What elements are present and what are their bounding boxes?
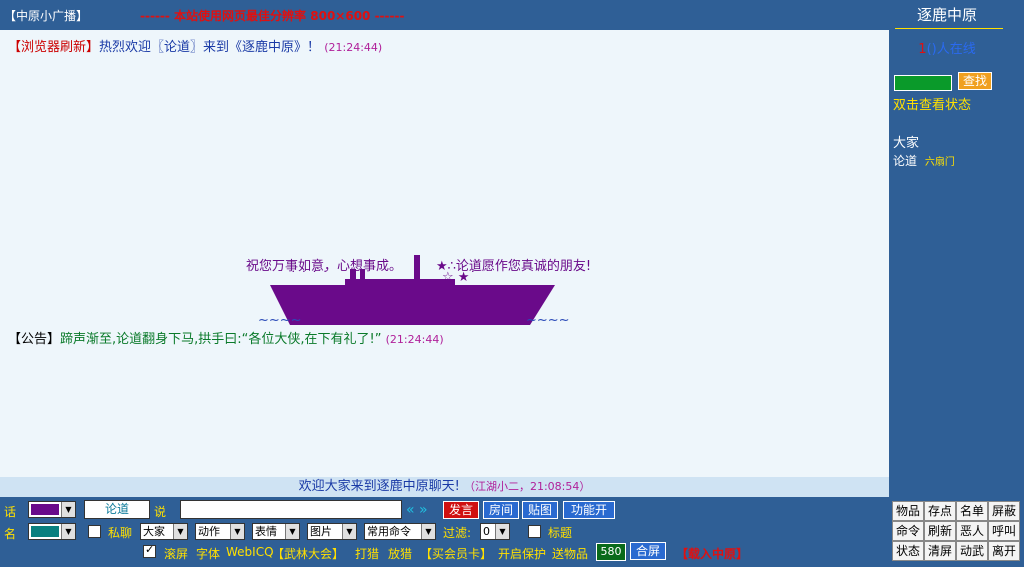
filter-select[interactable]: 0 ▼ bbox=[480, 523, 510, 540]
ship-shape bbox=[270, 255, 555, 325]
enter-link[interactable]: 【载入中原】 bbox=[676, 545, 748, 562]
martial-meet-link[interactable]: 【武林大会】 bbox=[272, 545, 344, 562]
emote-select[interactable]: 表情 ▼ bbox=[252, 523, 300, 540]
welcome-meta: （江湖小二，21:08:54） bbox=[463, 480, 591, 493]
paste-image-button[interactable]: 贴图 bbox=[522, 501, 558, 519]
name-color-select[interactable]: ▼ bbox=[28, 523, 76, 540]
save-point-button[interactable]: 存点 bbox=[924, 501, 956, 521]
filter-label: 过滤: bbox=[443, 526, 472, 540]
user-name: 论道 bbox=[893, 154, 918, 168]
message-text: 热烈欢迎 bbox=[99, 40, 152, 55]
refresh-button[interactable]: 刷新 bbox=[924, 521, 956, 541]
right-panel: 逐鹿中原 1()人在线 查找 双击查看状态 大家 论道 六扇门 bbox=[891, 0, 1024, 497]
release-link[interactable]: 放猎 bbox=[388, 545, 412, 562]
villain-button[interactable]: 恶人 bbox=[956, 521, 988, 541]
online-number: 1 bbox=[918, 42, 927, 57]
talk-color-select[interactable]: ▼ bbox=[28, 501, 76, 518]
whisper-checkbox[interactable] bbox=[88, 525, 101, 538]
image-select[interactable]: 图片 ▼ bbox=[307, 523, 357, 540]
message-input[interactable] bbox=[180, 500, 402, 519]
target-select[interactable]: 大家 ▼ bbox=[140, 523, 188, 540]
room-divider bbox=[895, 28, 1003, 29]
control-panel: 话 ▼ 论道 说 « » 发言 房间 贴图 功能开 名 ▼ 私聊 大家 ▼ 动作 ▼… bbox=[0, 497, 1024, 567]
message-user[interactable]: 〖论道〗 bbox=[151, 40, 203, 55]
status-button[interactable]: 状态 bbox=[892, 541, 924, 561]
scroll-label: 滚屏 bbox=[164, 547, 189, 561]
broadcast-label: 【中原小广播】 bbox=[4, 9, 89, 23]
status-link[interactable]: 双击查看状态 bbox=[893, 94, 971, 113]
marquee-notice: ------ 本站使用网页最佳分辨率 800×600 ------ bbox=[140, 9, 405, 23]
chevron-down-icon: ▼ bbox=[173, 524, 187, 539]
announcement-text: 蹄声渐至,论道翻身下马,拱手曰:“各位大侠,在下有礼了!” bbox=[60, 332, 382, 347]
action-select[interactable]: 动作 ▼ bbox=[195, 523, 245, 540]
leave-button[interactable]: 离开 bbox=[988, 541, 1020, 561]
talk-color-swatch bbox=[31, 504, 59, 515]
welcome-text: 欢迎大家来到逐鹿中原聊天! bbox=[298, 479, 460, 494]
chevron-down-icon: ▼ bbox=[421, 524, 435, 539]
announcement-prefix: 【公告】 bbox=[8, 332, 61, 347]
art-waves-right: ~~~~ bbox=[526, 313, 570, 328]
name-label: 名 bbox=[4, 527, 17, 541]
title-checkbox[interactable] bbox=[528, 525, 541, 538]
name-color-swatch bbox=[31, 526, 59, 537]
gift-link[interactable]: 送物品 bbox=[552, 545, 588, 562]
emote-value: 表情 bbox=[255, 525, 277, 538]
side-button-grid: 物品 存点 名单 屏蔽 命令 刷新 恶人 呼叫 状态 清屏 动武 离开 bbox=[892, 501, 1020, 561]
online-count: 1()人在线 bbox=[891, 38, 1003, 57]
action-value: 动作 bbox=[198, 525, 220, 538]
filter-value: 0 bbox=[483, 525, 490, 538]
fight-link[interactable]: 打猎 bbox=[355, 545, 379, 562]
font-link[interactable]: 字体 bbox=[196, 545, 220, 562]
room-title: 逐鹿中原 bbox=[916, 6, 977, 24]
chevron-down-icon: ▼ bbox=[342, 524, 356, 539]
title-label: 标题 bbox=[548, 526, 573, 540]
online-text: ()人在线 bbox=[926, 42, 976, 57]
speaker-name-field[interactable]: 论道 bbox=[84, 500, 150, 519]
chevron-down-icon: ▼ bbox=[285, 524, 299, 539]
webicq-link[interactable]: WebICQ bbox=[226, 545, 274, 559]
chevron-down-icon: ▼ bbox=[61, 502, 75, 517]
message-text-b: 来到《逐鹿中原》！ bbox=[203, 40, 321, 55]
chevron-down-icon: ▼ bbox=[230, 524, 244, 539]
chevron-down-icon: ▼ bbox=[61, 524, 75, 539]
roster-button[interactable]: 名单 bbox=[956, 501, 988, 521]
scroll-checkbox[interactable]: ✓ bbox=[143, 543, 156, 558]
whisper-label: 私聊 bbox=[108, 526, 133, 540]
announcement-message: 【公告】蹄声渐至,论道翻身下马,拱手曰:“各位大侠,在下有礼了!” (21:24… bbox=[8, 328, 444, 347]
send-button[interactable]: 发言 bbox=[443, 501, 479, 519]
user-everyone[interactable]: 大家 bbox=[893, 132, 919, 151]
protect-link[interactable]: 开启保护 bbox=[498, 545, 546, 562]
art-waves-left: ~~~~ bbox=[258, 313, 302, 328]
function-toggle-button[interactable]: 功能开 bbox=[563, 501, 615, 519]
search-input[interactable] bbox=[894, 75, 952, 91]
room-button[interactable]: 房间 bbox=[483, 501, 519, 519]
message-prefix: 【浏览器刷新】 bbox=[8, 40, 100, 55]
merge-screen-button[interactable]: 合屏 bbox=[630, 542, 666, 560]
target-value: 大家 bbox=[143, 525, 165, 538]
command-value: 常用命令 bbox=[367, 525, 411, 538]
items-button[interactable]: 物品 bbox=[892, 501, 924, 521]
image-value: 图片 bbox=[310, 525, 332, 538]
counter-badge: 580 bbox=[596, 543, 626, 561]
command-button[interactable]: 命令 bbox=[892, 521, 924, 541]
top-bar: 【中原小广播】 ------ 本站使用网页最佳分辨率 800×600 -----… bbox=[0, 0, 890, 30]
talk-label: 话 bbox=[4, 505, 17, 519]
chat-area: 【浏览器刷新】热烈欢迎〖论道〗来到《逐鹿中原》！ (21:24:44) 祝您万事… bbox=[0, 30, 889, 477]
say-label: 说 bbox=[154, 505, 167, 519]
buy-card-link[interactable]: 【买会员卡】 bbox=[420, 545, 492, 562]
user-sect: 六扇门 bbox=[924, 157, 955, 168]
announcement-time: (21:24:44) bbox=[385, 333, 444, 346]
history-arrows-icon[interactable]: « » bbox=[406, 502, 428, 518]
chat-message: 【浏览器刷新】热烈欢迎〖论道〗来到《逐鹿中原》！ (21:24:44) bbox=[8, 36, 382, 55]
call-button[interactable]: 呼叫 bbox=[988, 521, 1020, 541]
clear-screen-button[interactable]: 清屏 bbox=[924, 541, 956, 561]
search-button[interactable]: 查找 bbox=[958, 72, 992, 90]
chevron-down-icon: ▼ bbox=[495, 524, 509, 539]
message-time: (21:24:44) bbox=[324, 41, 383, 54]
command-select[interactable]: 常用命令 ▼ bbox=[364, 523, 436, 540]
user-entry[interactable]: 论道 六扇门 bbox=[893, 152, 955, 169]
welcome-bar: 欢迎大家来到逐鹿中原聊天! （江湖小二，21:08:54） bbox=[0, 477, 889, 497]
block-button[interactable]: 屏蔽 bbox=[988, 501, 1020, 521]
fight-button[interactable]: 动武 bbox=[956, 541, 988, 561]
